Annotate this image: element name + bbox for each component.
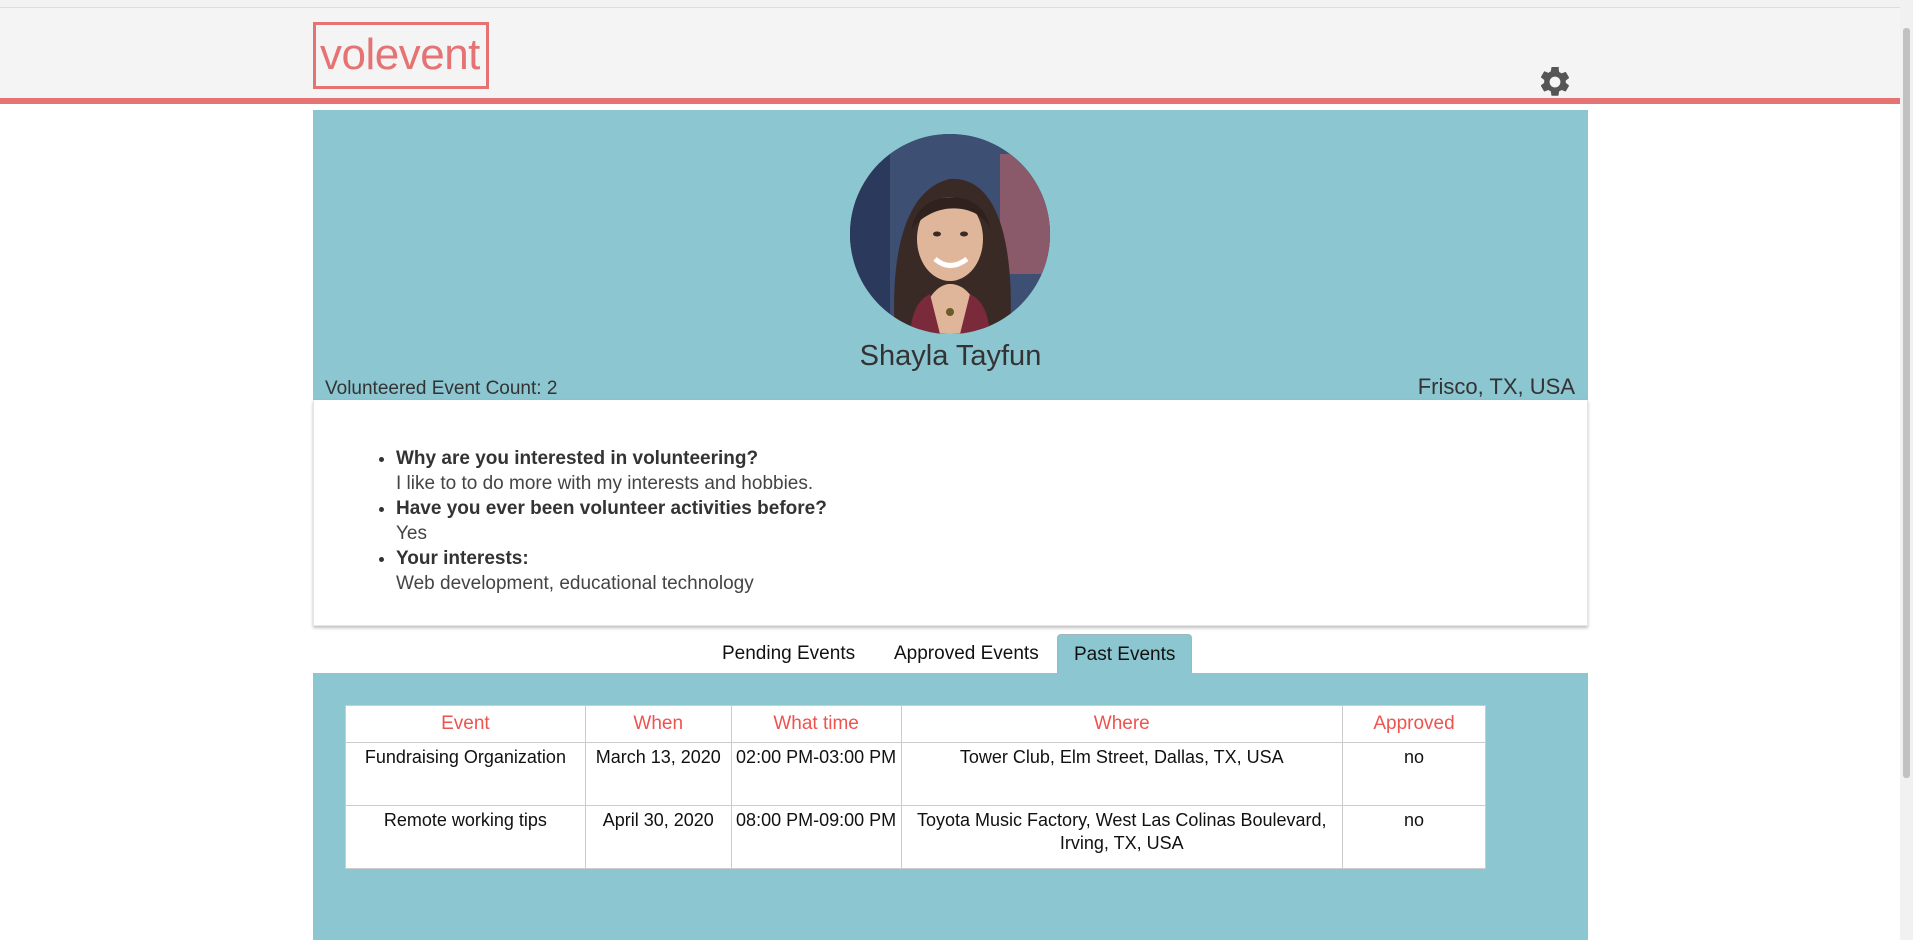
question-text: Your interests: [396,548,529,569]
event-location-cell: Tower Club, Elm Street, Dallas, TX, USA [900,742,1344,806]
avatar [850,134,1050,334]
question-text: Why are you interested in volunteering? [396,448,759,469]
tab-pending-events[interactable]: Pending Events [706,634,871,674]
column-header-what-time: What time [730,705,902,743]
answer-text: I like to to do more with my interests a… [396,473,814,494]
question-text: Have you ever been volunteer activities … [396,498,827,519]
event-count-value: 2 [546,378,558,399]
event-approved-cell: no [1342,742,1486,806]
table-row[interactable]: Remote working tips April 30, 2020 08:00… [345,805,1486,869]
scrollbar-thumb[interactable] [1903,28,1910,778]
app-header: volevent [0,8,1900,104]
profile-location: Frisco, TX, USA [1417,374,1575,399]
answer-text: Yes [396,523,427,544]
event-date-cell: March 13, 2020 [584,742,732,806]
answer-text: Web development, educational technology [396,573,754,594]
tab-past-events[interactable]: Past Events [1057,634,1193,674]
past-events-table: Event When What time Where Approved Fund… [345,705,1486,869]
list-item: Your interests: Web development, educati… [396,546,827,596]
events-tabs: Pending Events Approved Events Past Even… [313,634,1588,674]
table-header-row: Event When What time Where Approved [345,705,1486,743]
column-header-approved: Approved [1342,705,1486,743]
app-logo[interactable]: volevent [313,22,489,89]
tab-approved-events[interactable]: Approved Events [878,634,1055,674]
column-header-when: When [584,705,732,743]
event-approved-cell: no [1342,805,1486,869]
column-header-event: Event [345,705,586,743]
page-scrollbar[interactable] [1900,0,1913,940]
list-item: Why are you interested in volunteering? … [396,446,827,496]
browser-top-strip [0,0,1900,8]
profile-header-card: Shayla Tayfun Volunteered Event Count: 2… [313,110,1588,400]
column-header-where: Where [900,705,1344,743]
table-row[interactable]: Fundraising Organization March 13, 2020 … [345,742,1486,806]
profile-name: Shayla Tayfun [859,340,1042,372]
event-count-label: Volunteered Event Count: [325,378,542,399]
profile-questions-card: Why are you interested in volunteering? … [313,400,1588,626]
questions-list: Why are you interested in volunteering? … [382,446,827,596]
event-time-cell: 08:00 PM-09:00 PM [730,805,902,869]
event-name-cell: Remote working tips [345,805,586,869]
volunteered-event-count: Volunteered Event Count: 2 [325,378,557,400]
event-name-cell: Fundraising Organization [345,742,586,806]
event-location-cell: Toyota Music Factory, West Las Colinas B… [900,805,1344,869]
events-panel: Event When What time Where Approved Fund… [313,673,1588,940]
settings-gear-icon[interactable] [1537,64,1573,100]
event-date-cell: April 30, 2020 [584,805,732,869]
profile-photo-icon [850,134,1050,334]
list-item: Have you ever been volunteer activities … [396,496,827,546]
event-time-cell: 02:00 PM-03:00 PM [730,742,902,806]
